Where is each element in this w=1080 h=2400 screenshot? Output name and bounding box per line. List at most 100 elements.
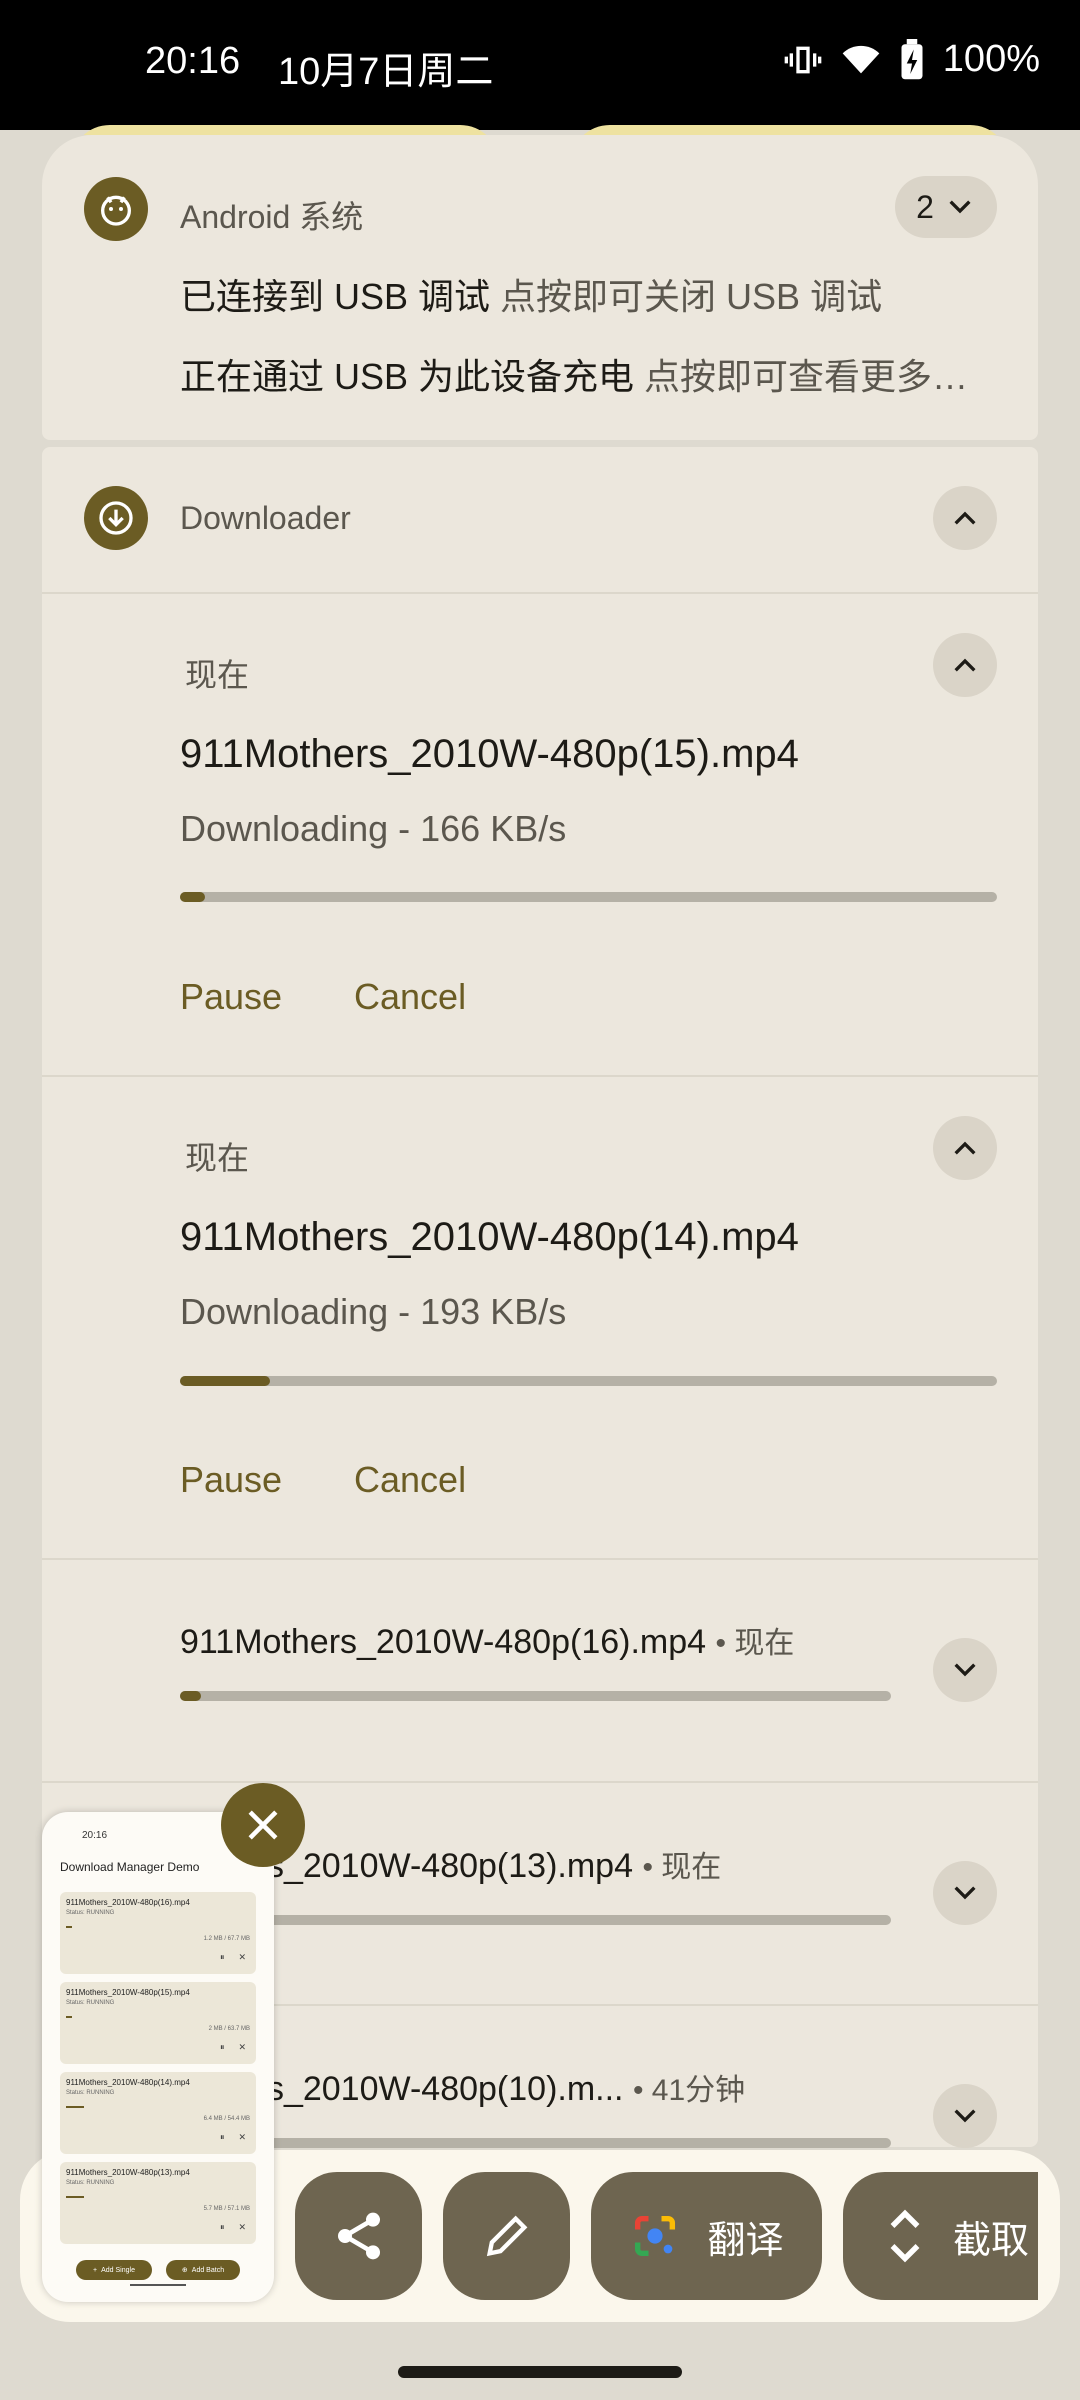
- preview-item-buttons: ⏸ ✕: [220, 2042, 246, 2053]
- pause-icon: ⏸: [219, 2042, 225, 2052]
- close-icon: ✕: [238, 1952, 246, 1962]
- cancel-button[interactable]: Cancel: [354, 1459, 466, 1501]
- download-progress-bar: [180, 2138, 891, 2148]
- dismiss-preview-button[interactable]: [221, 1783, 305, 1867]
- expand-item-button[interactable]: [933, 1638, 997, 1702]
- usb-charging-line[interactable]: 正在通过 USB 为此设备充电 点按即可查看更多…: [180, 348, 968, 400]
- divider: [42, 1781, 1038, 1783]
- progress-fill: [180, 1376, 270, 1386]
- preview-item: 911Mothers_2010W-480p(15).mp4 Status: RU…: [60, 1982, 256, 2064]
- cancel-button[interactable]: Cancel: [354, 976, 466, 1018]
- usb-debug-text: 点按即可关闭 USB 调试: [500, 276, 883, 317]
- chevron-up-icon: [954, 1141, 976, 1155]
- preview-title: Download Manager Demo: [60, 1860, 200, 1874]
- chevron-down-icon: [954, 1663, 976, 1677]
- share-button[interactable]: [295, 2172, 422, 2300]
- vibrate-icon: [784, 46, 822, 73]
- android-icon: [101, 195, 131, 226]
- collapsed-download-item[interactable]: 911Mothers_2010W-480p(16).mp4 • 现在: [180, 1618, 794, 1662]
- download-status: Downloading - 166 KB/s: [180, 808, 567, 849]
- download-title: 911Mothers_2010W-480p(16).mp4: [180, 1623, 707, 1661]
- downloader-app-icon: [84, 486, 148, 550]
- chevron-down-icon: [949, 200, 971, 214]
- pause-icon: ⏸: [219, 2222, 225, 2232]
- capture-more-button[interactable]: 截取: [843, 2172, 1038, 2300]
- divider: [42, 1075, 1038, 1077]
- collapse-group-button[interactable]: [933, 486, 997, 550]
- lens-icon: [635, 2215, 676, 2257]
- preview-item-status: Status: RUNNING: [66, 2000, 115, 2006]
- screenshot-preview[interactable]: 20:16 Download Manager Demo 911Mothers_2…: [42, 1812, 274, 2302]
- pause-icon: ⏸: [219, 2132, 225, 2142]
- preview-item-name: 911Mothers_2010W-480p(16).mp4: [66, 1898, 190, 1907]
- divider: [42, 1558, 1038, 1560]
- close-icon: ✕: [238, 2042, 246, 2052]
- chevron-down-icon: [954, 2109, 976, 2123]
- battery-charging-icon: [901, 38, 923, 79]
- expand-group-button[interactable]: 2: [895, 176, 997, 238]
- expand-item-button[interactable]: [933, 2084, 997, 2148]
- notification-time: 现在: [661, 1851, 722, 1884]
- preview-item-name: 911Mothers_2010W-480p(14).mp4: [66, 2078, 190, 2087]
- preview-item-progress: [66, 2016, 72, 2018]
- status-time: 20:16: [145, 40, 241, 82]
- expand-item-button[interactable]: [933, 1861, 997, 1925]
- download-progress-bar: [180, 1376, 997, 1386]
- battery-percent: 100%: [942, 38, 1040, 80]
- notification-time: 现在: [185, 1140, 250, 1176]
- preview-home-indicator: [130, 2284, 186, 2286]
- collapse-item-button[interactable]: [933, 633, 997, 697]
- preview-add-batch-button: ⊕ Add Batch: [166, 2260, 240, 2280]
- notification-time: 41分钟: [651, 2074, 746, 2107]
- android-app-icon: [84, 177, 148, 241]
- collapse-item-button[interactable]: [933, 1116, 997, 1180]
- preview-item-name: 911Mothers_2010W-480p(15).mp4: [66, 1988, 190, 1997]
- status-bar: 20:16 10月7日周二 100%: [0, 0, 1080, 130]
- preview-item-size: 6.4 MB / 54.4 MB: [203, 2116, 250, 2122]
- android-app-name: Android 系统: [180, 199, 364, 235]
- chevron-down-icon: [954, 1886, 976, 1900]
- download-title: 911Mothers_2010W-480p(15).mp4: [180, 732, 799, 776]
- usb-debug-line[interactable]: 已连接到 USB 调试 点按即可关闭 USB 调试: [180, 268, 882, 320]
- preview-item-size: 1.2 MB / 67.7 MB: [203, 1936, 250, 1942]
- preview-item-name: 911Mothers_2010W-480p(13).mp4: [66, 2168, 190, 2177]
- preview-item-progress: [66, 2106, 84, 2108]
- notification-time: 现在: [185, 657, 250, 693]
- preview-item-status: Status: RUNNING: [66, 2180, 115, 2186]
- download-progress-bar: [180, 1915, 891, 1925]
- status-icons: 100%: [783, 38, 1040, 81]
- close-icon: ✕: [238, 2132, 246, 2142]
- chevron-up-icon: [954, 658, 976, 672]
- expand-vertical-icon: [890, 2209, 920, 2263]
- preview-item: 911Mothers_2010W-480p(13).mp4 Status: RU…: [60, 2162, 256, 2244]
- preview-item: 911Mothers_2010W-480p(14).mp4 Status: RU…: [60, 2072, 256, 2154]
- pause-icon: ⏸: [219, 1952, 225, 1962]
- close-icon: ✕: [238, 2222, 246, 2232]
- preview-add-single-label: Add Single: [101, 2266, 135, 2274]
- pause-button[interactable]: Pause: [180, 976, 282, 1018]
- preview-item-buttons: ⏸ ✕: [220, 2222, 246, 2233]
- close-icon: [248, 1810, 278, 1840]
- preview-item-size: 5.7 MB / 57.1 MB: [203, 2206, 250, 2212]
- translate-label: 翻译: [707, 2219, 784, 2262]
- preview-status-time: 20:16: [82, 1830, 108, 1841]
- download-status: Downloading - 193 KB/s: [180, 1291, 567, 1332]
- home-indicator[interactable]: [398, 2366, 682, 2378]
- usb-debug-title: 已连接到 USB 调试: [180, 276, 491, 317]
- plus-icon: +: [93, 2266, 98, 2274]
- preview-item-size: 2 MB / 63.7 MB: [208, 2026, 250, 2032]
- download-title: 911Mothers_2010W-480p(14).mp4: [180, 1215, 799, 1259]
- usb-charging-text: 点按即可查看更多…: [644, 356, 969, 397]
- plus-icon: ⊕: [181, 2267, 188, 2274]
- preview-item: 911Mothers_2010W-480p(16).mp4 Status: RU…: [60, 1892, 256, 1974]
- edit-button[interactable]: [443, 2172, 570, 2300]
- pause-button[interactable]: Pause: [180, 1459, 282, 1501]
- usb-charging-title: 正在通过 USB 为此设备充电: [180, 356, 635, 397]
- translate-button[interactable]: 翻译: [591, 2172, 822, 2300]
- progress-fill: [180, 1691, 202, 1701]
- share-icon: [337, 2212, 380, 2260]
- preview-add-batch-label: Add Batch: [191, 2266, 225, 2274]
- notification-time: 现在: [734, 1627, 795, 1660]
- preview-item-progress: [66, 2196, 84, 2198]
- wifi-icon: [842, 45, 880, 73]
